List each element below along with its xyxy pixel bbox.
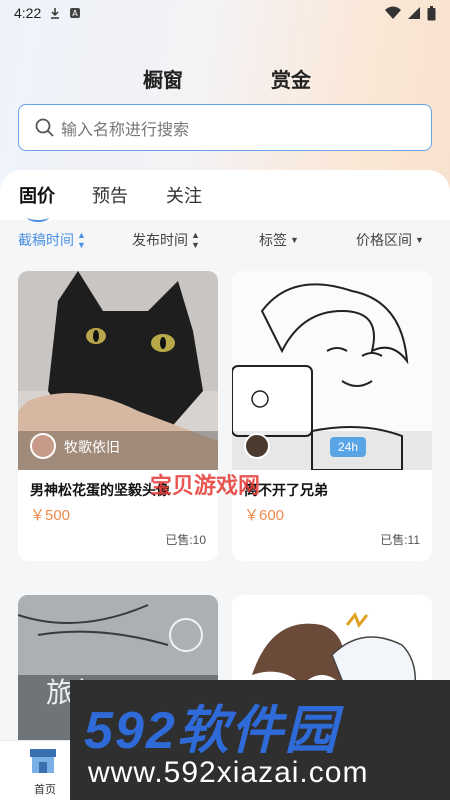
nav-home-label[interactable]: 首页 <box>34 781 56 797</box>
sort-icon: ▲ ▼ <box>77 230 86 250</box>
filter-bar: 截稿时间 ▲ ▼ 发布时间 ▲ ▼ 标签 ▼ 价格区间 ▼ <box>0 220 450 260</box>
sold-count: 已售:10 <box>165 533 206 547</box>
subtab-fixed-price[interactable]: 固价 <box>19 182 55 222</box>
subtab-follow[interactable]: 关注 <box>166 182 202 208</box>
time-badge: 24h <box>330 437 367 457</box>
subtab-preview-label: 预告 <box>92 186 128 206</box>
wifi-icon <box>385 6 401 19</box>
subtab-preview[interactable]: 预告 <box>92 182 128 208</box>
filter-deadline[interactable]: 截稿时间 ▲ ▼ <box>18 230 86 250</box>
sort-icon: ▲ ▼ <box>191 230 200 250</box>
banner-url: www.592xiazai.com <box>88 756 369 789</box>
search-icon <box>35 118 54 137</box>
artwork-card[interactable]: 牧歌依旧 男神松花蛋的坚毅头像 ￥500 已售:10 <box>18 271 218 561</box>
tab-showcase[interactable]: 橱窗 <box>143 64 183 107</box>
filter-publish-time[interactable]: 发布时间 ▲ ▼ <box>132 230 200 250</box>
tab-showcase-label: 橱窗 <box>143 70 183 92</box>
tab-bounty-label: 赏金 <box>271 70 311 92</box>
search-input[interactable]: 输入名称进行搜索 <box>18 104 432 151</box>
filter-publish-time-label: 发布时间 <box>132 232 188 248</box>
author-name[interactable]: 牧歌依旧 <box>64 437 120 457</box>
home-shop-icon[interactable] <box>28 746 58 776</box>
signal-icon <box>408 7 420 19</box>
avatar[interactable] <box>30 433 56 459</box>
filter-tags[interactable]: 标签 ▼ <box>259 230 299 250</box>
battery-icon <box>427 5 436 20</box>
caret-down-icon: ▼ <box>290 235 299 245</box>
status-bar: 4:22 A <box>0 0 450 26</box>
bottom-nav: 首页 <box>0 740 70 800</box>
app-notification-icon: A <box>70 8 81 18</box>
filter-price-range[interactable]: 价格区间 ▼ <box>356 230 424 250</box>
status-time: 4:22 <box>14 5 42 21</box>
sold-count: 已售:11 <box>380 533 420 547</box>
sub-tabs: 固价 预告 关注 <box>0 170 450 222</box>
watermark: 宝贝游戏网 <box>150 473 261 498</box>
tab-bounty[interactable]: 赏金 <box>271 64 311 93</box>
subtab-fixed-price-label: 固价 <box>19 186 55 206</box>
caret-down-icon: ▼ <box>415 235 424 245</box>
download-icon <box>51 8 60 19</box>
card-price: ￥500 <box>30 507 71 524</box>
card-price: ￥600 <box>244 507 285 524</box>
artwork-card[interactable]: 24h 离不开了兄弟 ￥600 已售:11 <box>232 271 432 561</box>
svg-text:A: A <box>73 9 79 18</box>
banner-brand: 592软件园 <box>84 702 339 760</box>
card-title: 男神松花蛋的坚毅头像 <box>30 482 170 498</box>
filter-tags-label: 标签 <box>259 232 287 248</box>
subtab-follow-label: 关注 <box>166 186 202 206</box>
avatar[interactable] <box>244 433 270 459</box>
search-placeholder: 输入名称进行搜索 <box>61 121 190 139</box>
watermark-banner: 592软件园 www.592xiazai.com <box>70 680 450 800</box>
main-tabs: 橱窗 赏金 <box>0 58 450 107</box>
filter-price-range-label: 价格区间 <box>356 232 412 248</box>
filter-deadline-label: 截稿时间 <box>18 232 74 248</box>
